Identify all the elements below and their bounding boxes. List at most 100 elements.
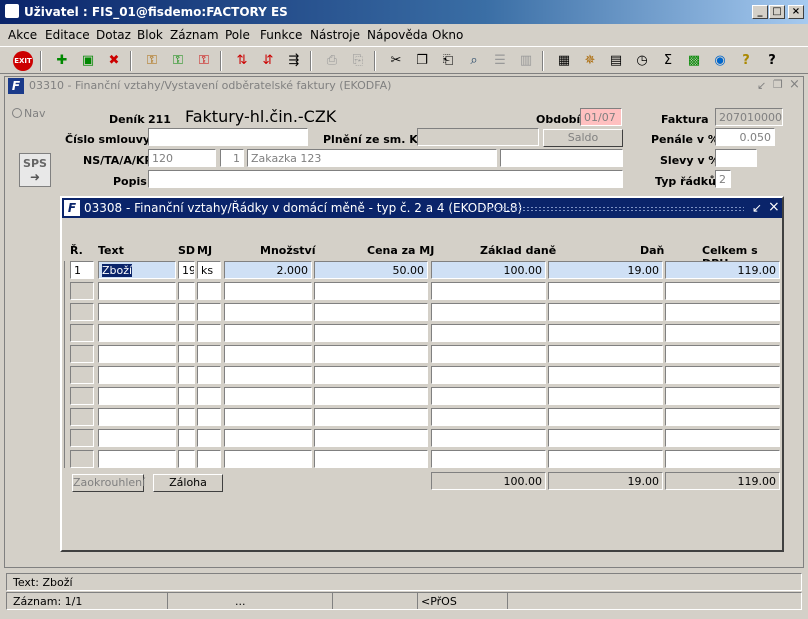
cell-sd[interactable] xyxy=(178,303,195,321)
query-cancel-icon[interactable]: ⚿ xyxy=(194,51,214,71)
close-icon[interactable]: × xyxy=(768,199,780,215)
cell-text[interactable] xyxy=(98,282,176,300)
cell-cena[interactable] xyxy=(314,429,428,447)
cell-celkem[interactable] xyxy=(665,387,780,405)
cell-zaklad[interactable] xyxy=(431,366,546,384)
cell-zaklad[interactable] xyxy=(431,408,546,426)
cell-mj[interactable] xyxy=(197,429,221,447)
cell-mj[interactable] xyxy=(197,345,221,363)
cell-text[interactable] xyxy=(98,450,176,468)
menu-nastroje[interactable]: Nástroje xyxy=(310,28,360,42)
cell-cena[interactable]: 50.00 xyxy=(314,261,428,279)
cell-dan[interactable] xyxy=(548,450,663,468)
zaokrouhleni-button[interactable]: Zaokrouhlení xyxy=(72,474,145,492)
typ-radku-field[interactable]: 2 xyxy=(715,170,731,188)
cell-zaklad[interactable] xyxy=(431,450,546,468)
cell-text[interactable] xyxy=(98,303,176,321)
cell-r[interactable] xyxy=(70,282,94,300)
cell-mj[interactable] xyxy=(197,366,221,384)
cell-r[interactable] xyxy=(70,387,94,405)
plneni-field[interactable] xyxy=(417,128,539,146)
cislo-smlouvy-field[interactable] xyxy=(148,128,308,146)
cell-dan[interactable] xyxy=(548,324,663,342)
cut-icon[interactable]: ✂ xyxy=(386,51,406,71)
cell-celkem[interactable] xyxy=(665,324,780,342)
sps-button[interactable]: SPS ➜ xyxy=(19,153,51,187)
browser-icon[interactable]: ◉ xyxy=(710,51,730,71)
cell-dan[interactable] xyxy=(548,282,663,300)
cell-mj[interactable] xyxy=(197,324,221,342)
cell-cena[interactable] xyxy=(314,450,428,468)
sort-asc-icon[interactable]: ⇅ xyxy=(232,51,252,71)
cell-celkem[interactable]: 119.00 xyxy=(665,261,780,279)
cell-mnozstvi[interactable] xyxy=(224,324,312,342)
cell-mnozstvi[interactable] xyxy=(224,345,312,363)
cell-sd[interactable] xyxy=(178,450,195,468)
cell-mnozstvi[interactable] xyxy=(224,366,312,384)
cell-cena[interactable] xyxy=(314,324,428,342)
print-icon[interactable]: ⎙ xyxy=(322,51,342,71)
find-icon[interactable]: ⌕ xyxy=(464,51,484,71)
sort-desc-icon[interactable]: ⇵ xyxy=(258,51,278,71)
menu-okno[interactable]: Okno xyxy=(432,28,463,42)
cell-r[interactable] xyxy=(70,324,94,342)
cell-zaklad[interactable] xyxy=(431,429,546,447)
menu-napoveda[interactable]: Nápověda xyxy=(367,28,428,42)
sum-icon[interactable]: Σ xyxy=(658,51,678,71)
query-enter-icon[interactable]: ⚿ xyxy=(142,51,162,71)
cell-mj[interactable]: ks xyxy=(197,261,221,279)
menu-akce[interactable]: Akce xyxy=(8,28,37,42)
cell-r[interactable] xyxy=(70,429,94,447)
cell-mj[interactable] xyxy=(197,303,221,321)
cell-mnozstvi[interactable] xyxy=(224,450,312,468)
penale-field[interactable]: 0.050 xyxy=(715,128,775,146)
menu-blok[interactable]: Blok xyxy=(137,28,163,42)
cell-dan[interactable] xyxy=(548,387,663,405)
cell-dan[interactable] xyxy=(548,345,663,363)
cell-text[interactable] xyxy=(98,366,176,384)
cell-text[interactable] xyxy=(98,429,176,447)
popis-field[interactable] xyxy=(148,170,623,188)
cell-sd[interactable] xyxy=(178,345,195,363)
cell-r[interactable] xyxy=(70,450,94,468)
cell-celkem[interactable] xyxy=(665,366,780,384)
close-button[interactable]: × xyxy=(788,5,804,19)
cell-mnozstvi[interactable]: 2.000 xyxy=(224,261,312,279)
obdobi-field[interactable]: 01/07 xyxy=(580,108,622,126)
clock-icon[interactable]: ◷ xyxy=(632,51,652,71)
cell-celkem[interactable] xyxy=(665,345,780,363)
cell-dan[interactable] xyxy=(548,303,663,321)
minimize-icon[interactable]: ↙ xyxy=(757,79,766,92)
menu-zaznam[interactable]: Záznam xyxy=(170,28,219,42)
cell-zaklad[interactable] xyxy=(431,282,546,300)
context-help-icon[interactable]: ? xyxy=(762,51,782,71)
exit-icon[interactable]: EXIT xyxy=(13,51,33,71)
ta-field[interactable]: 1 xyxy=(220,149,244,167)
query-execute-icon[interactable]: ⚿ xyxy=(168,51,188,71)
list-icon[interactable]: ☰ xyxy=(490,51,510,71)
notes-icon[interactable]: ▤ xyxy=(606,51,626,71)
nav-radio[interactable] xyxy=(12,108,22,118)
kp-field[interactable] xyxy=(500,149,623,167)
cell-text[interactable] xyxy=(98,408,176,426)
cell-r[interactable] xyxy=(70,303,94,321)
paste-icon[interactable]: ⎗ xyxy=(438,51,458,71)
cell-dan[interactable]: 19.00 xyxy=(548,261,663,279)
minimize-button[interactable]: _ xyxy=(752,5,768,19)
cell-sd[interactable]: 19 xyxy=(178,261,195,279)
maximize-button[interactable]: □ xyxy=(769,5,785,19)
cell-dan[interactable] xyxy=(548,429,663,447)
copy-icon[interactable]: ❐ xyxy=(412,51,432,71)
row-scrollbar[interactable] xyxy=(64,261,69,468)
faktura-field[interactable]: 2070100001 xyxy=(715,108,783,126)
cell-sd[interactable] xyxy=(178,366,195,384)
delete-record-icon[interactable]: ✖ xyxy=(104,51,124,71)
save-icon[interactable]: ▣ xyxy=(78,51,98,71)
a-field[interactable]: Zakazka 123 xyxy=(247,149,497,167)
slevy-field[interactable] xyxy=(715,149,757,167)
cell-sd[interactable] xyxy=(178,429,195,447)
ns-field[interactable]: 120 xyxy=(148,149,216,167)
cell-text[interactable] xyxy=(98,324,176,342)
columns-icon[interactable]: ▥ xyxy=(516,51,536,71)
zaloha-button[interactable]: Záloha xyxy=(153,474,223,492)
